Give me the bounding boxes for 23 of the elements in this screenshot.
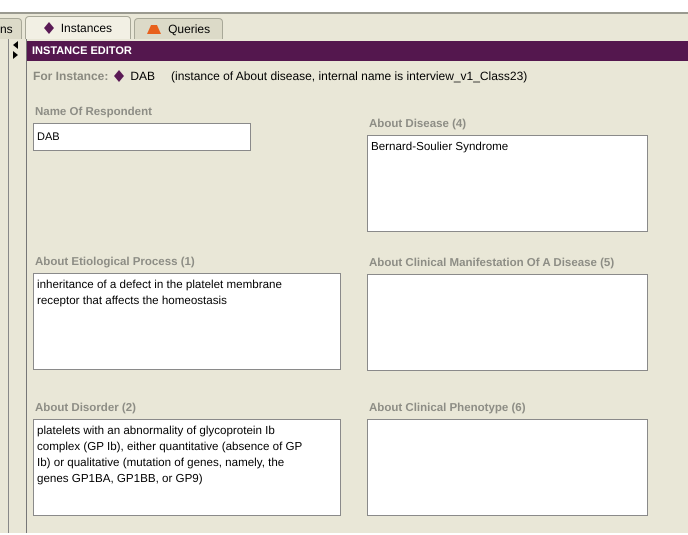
field-label: About Etiological Process (1) [34,255,196,270]
text-area[interactable]: inheritance of a defect in the platelet membrane receptor that affects the homeostasis [33,273,341,370]
tab[interactable]: ns [0,18,22,39]
tab[interactable]: Queries [134,18,224,39]
text-area[interactable]: Bernard-Soulier Syndrome [367,135,648,232]
tab[interactable]: Instances [24,16,132,39]
editor-title: INSTANCE EDITOR [27,41,688,61]
diamond-icon [44,22,54,34]
field-label: About Clinical Manifestation Of A Disease (5) [368,256,616,271]
text-area[interactable] [367,419,648,516]
field-label: About Disease (4) [368,117,468,132]
field-label: About Disorder (2) [34,401,137,416]
trapezoid-icon [147,24,162,34]
diamond-icon [114,70,124,82]
for-instance-label: For Instance: [33,69,108,83]
instance-name: DAB [130,69,156,83]
collapse-arrows-icon[interactable] [13,41,19,59]
text-area[interactable] [367,274,648,371]
instance-info: (instance of About disease, internal name is interview_v1_Class23) [171,69,528,83]
field-label: Name Of Respondent [34,105,153,120]
text-field[interactable]: DAB [33,123,251,151]
field-label: About Clinical Phenotype (6) [368,401,527,416]
text-area[interactable]: platelets with an abnormality of glycoprotein Ib complex (GP Ib), either quantitative (absence of GP Ib) or qualitative (mutation of genes, namely, the genes GP1BA, GP1BB, or GP9) [33,419,341,516]
